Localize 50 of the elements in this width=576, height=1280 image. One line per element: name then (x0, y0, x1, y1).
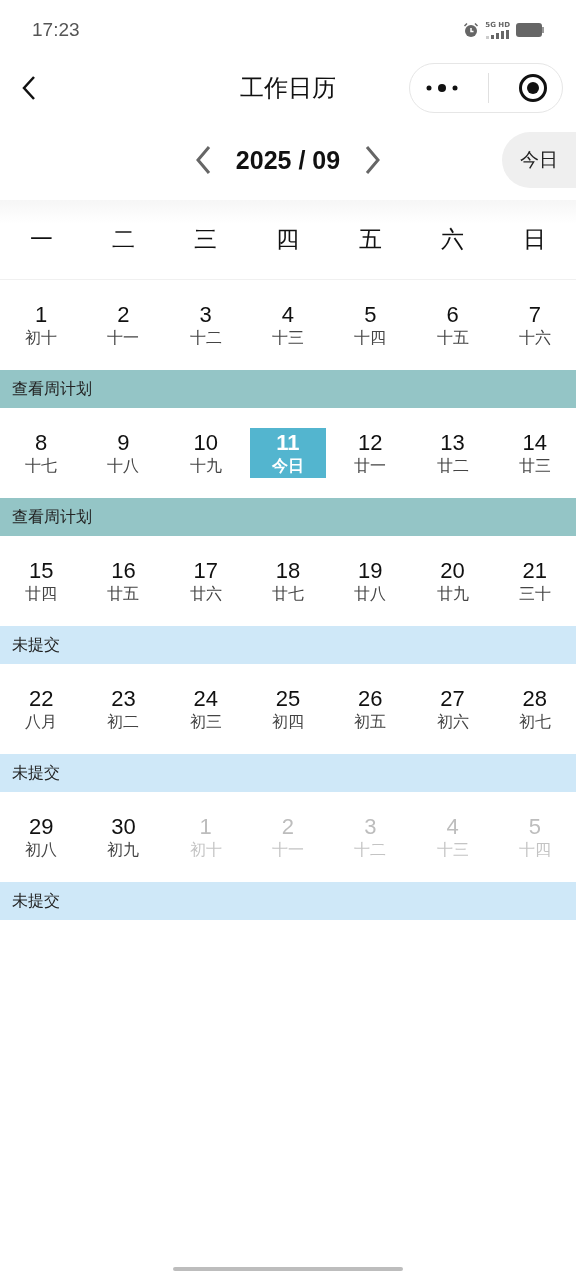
day-cell[interactable]: 21 三十 (496, 556, 573, 606)
week-status-bar[interactable]: 未提交 (0, 754, 576, 792)
weekday-label: 二 (110, 225, 136, 254)
day-cell[interactable]: 7 十六 (496, 300, 573, 350)
day-cell[interactable]: 3 十二 (167, 300, 244, 350)
day-cell[interactable]: 16 廿五 (85, 556, 162, 606)
weekday-label: 一 (28, 225, 54, 254)
day-cell[interactable]: 24 初三 (167, 684, 244, 734)
day-cell[interactable]: 12 廿一 (332, 428, 409, 478)
day-cell[interactable]: 5 十四 (332, 300, 409, 350)
day-cell[interactable]: 6 十五 (414, 300, 491, 350)
day-cell[interactable]: 25 初四 (250, 684, 326, 734)
day-cell[interactable]: 1 初十 (3, 300, 80, 350)
day-cell[interactable]: 10 十九 (167, 428, 244, 478)
day-cell[interactable]: 28 初七 (496, 684, 573, 734)
day-cell[interactable]: 27 初六 (414, 684, 491, 734)
more-button[interactable] (424, 82, 459, 94)
weekday-label: 日 (522, 225, 548, 254)
week-status-bar[interactable]: 未提交 (0, 626, 576, 664)
battery-icon (516, 23, 544, 37)
day-cell[interactable]: 14 廿三 (496, 428, 573, 478)
day-cell[interactable]: 29 初八 (3, 812, 80, 862)
day-cell[interactable]: 23 初二 (85, 684, 162, 734)
page-title: 工作日历 (240, 73, 336, 104)
weekday-label: 三 (193, 225, 219, 254)
weekday-label: 五 (357, 225, 383, 254)
month-label: 2025 / 09 (235, 145, 341, 175)
week-plan-bar[interactable]: 查看周计划 (0, 498, 576, 536)
day-cell[interactable]: 13 廿二 (414, 428, 491, 478)
day-cell[interactable]: 26 初五 (332, 684, 409, 734)
day-cell[interactable]: 4 十三 (250, 300, 326, 350)
signal-icon (486, 29, 510, 39)
day-cell[interactable]: 17 廿六 (167, 556, 244, 606)
status-time: 17:23 (32, 19, 80, 41)
day-cell[interactable]: 9 十八 (85, 428, 162, 478)
day-cell[interactable]: 8 十七 (3, 428, 80, 478)
today-button[interactable]: 今日 (502, 132, 576, 188)
week-status-bar[interactable]: 未提交 (0, 882, 576, 920)
day-cell[interactable]: 20 廿九 (414, 556, 491, 606)
weekday-label: 四 (275, 225, 301, 254)
day-cell[interactable]: 22 八月 (3, 684, 80, 734)
day-cell[interactable]: 15 廿四 (3, 556, 80, 606)
day-cell[interactable]: 18 廿七 (250, 556, 326, 606)
close-button[interactable] (517, 73, 548, 103)
day-cell[interactable]: 30 初九 (85, 812, 162, 862)
day-cell[interactable]: 2 十一 (85, 300, 162, 350)
day-cell[interactable]: 19 廿八 (332, 556, 409, 606)
week-plan-bar[interactable]: 查看周计划 (0, 370, 576, 408)
weekday-label: 六 (440, 225, 466, 254)
alarm-icon (463, 22, 480, 38)
